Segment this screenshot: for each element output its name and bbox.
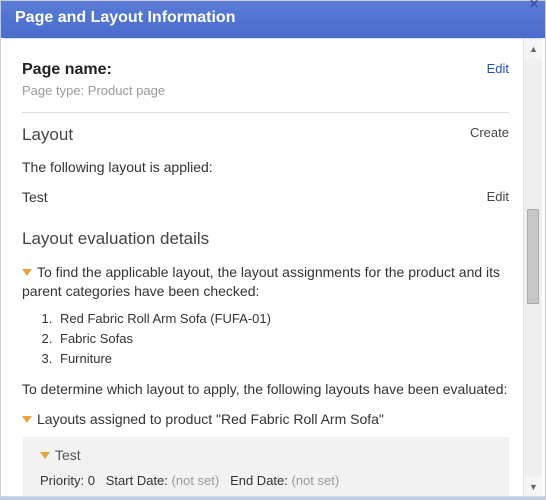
priority-label: Priority: (40, 473, 84, 488)
close-icon[interactable]: ✕ (529, 0, 539, 11)
dialog-titlebar: Page and Layout Information ✕ (1, 1, 545, 38)
scrollbar-thumb[interactable] (527, 209, 539, 304)
layout-heading: Layout (22, 125, 73, 145)
end-date-label: End Date: (230, 473, 288, 488)
disclosure-triangle-icon[interactable] (22, 416, 32, 423)
evaluation-intro-text: To find the applicable layout, the layou… (22, 264, 500, 299)
determine-text: To determine which layout to apply, the … (22, 381, 509, 397)
applied-layout-name: Test (22, 189, 48, 205)
evaluation-heading: Layout evaluation details (22, 229, 509, 249)
dialog-title: Page and Layout Information (15, 9, 235, 26)
edit-page-link[interactable]: Edit (487, 61, 509, 76)
checked-categories-list: Red Fabric Roll Arm Sofa (FUFA-01) Fabri… (56, 309, 509, 369)
evaluation-intro-row: To find the applicable layout, the layou… (22, 263, 509, 301)
dialog-footer-bar (1, 496, 545, 499)
layout-detail-name: Test (55, 447, 81, 463)
page-type-line: Page type: Product page (22, 83, 165, 98)
vertical-scrollbar[interactable]: ▲ ▼ (523, 39, 542, 496)
layout-detail-box: Test Priority: 0 Start Date: (not set) E… (22, 437, 509, 496)
scroll-viewport: Page name: Page type: Product page Edit … (4, 39, 523, 496)
layout-detail-name-row: Test (40, 447, 495, 463)
edit-layout-link[interactable]: Edit (487, 189, 509, 205)
list-item: Fabric Sofas (56, 329, 509, 349)
assigned-layouts-text: Layouts assigned to product "Red Fabric … (37, 411, 384, 427)
page-section-header: Page name: Page type: Product page Edit (22, 61, 509, 98)
disclosure-triangle-icon[interactable] (22, 269, 32, 276)
assigned-layouts-row: Layouts assigned to product "Red Fabric … (22, 411, 509, 427)
start-date-label: Start Date: (106, 473, 168, 488)
scroll-down-button[interactable]: ▼ (524, 477, 543, 496)
start-date-value: (not set) (172, 473, 220, 488)
page-type-value: Product page (88, 83, 165, 98)
dialog-body: Page name: Page type: Product page Edit … (4, 38, 542, 496)
end-date-value: (not set) (292, 473, 340, 488)
scroll-up-button[interactable]: ▲ (524, 39, 543, 58)
list-item: Red Fabric Roll Arm Sofa (FUFA-01) (56, 309, 509, 329)
layout-section-header: Layout Create (22, 125, 509, 145)
disclosure-triangle-icon[interactable] (40, 452, 50, 459)
list-item: Furniture (56, 349, 509, 369)
dialog-window: Page and Layout Information ✕ Page name:… (0, 0, 546, 500)
applied-layout-text: The following layout is applied: (22, 159, 509, 175)
layout-detail-meta: Priority: 0 Start Date: (not set) End Da… (40, 473, 495, 488)
priority-value: 0 (88, 473, 95, 488)
divider (22, 112, 509, 113)
page-type-label: Page type: (22, 83, 84, 98)
create-layout-link[interactable]: Create (470, 125, 509, 140)
page-name-label: Page name: (22, 61, 165, 79)
content-area: Page name: Page type: Product page Edit … (4, 61, 523, 496)
page-name-block: Page name: Page type: Product page (22, 61, 165, 98)
applied-layout-row: Test Edit (22, 189, 509, 205)
